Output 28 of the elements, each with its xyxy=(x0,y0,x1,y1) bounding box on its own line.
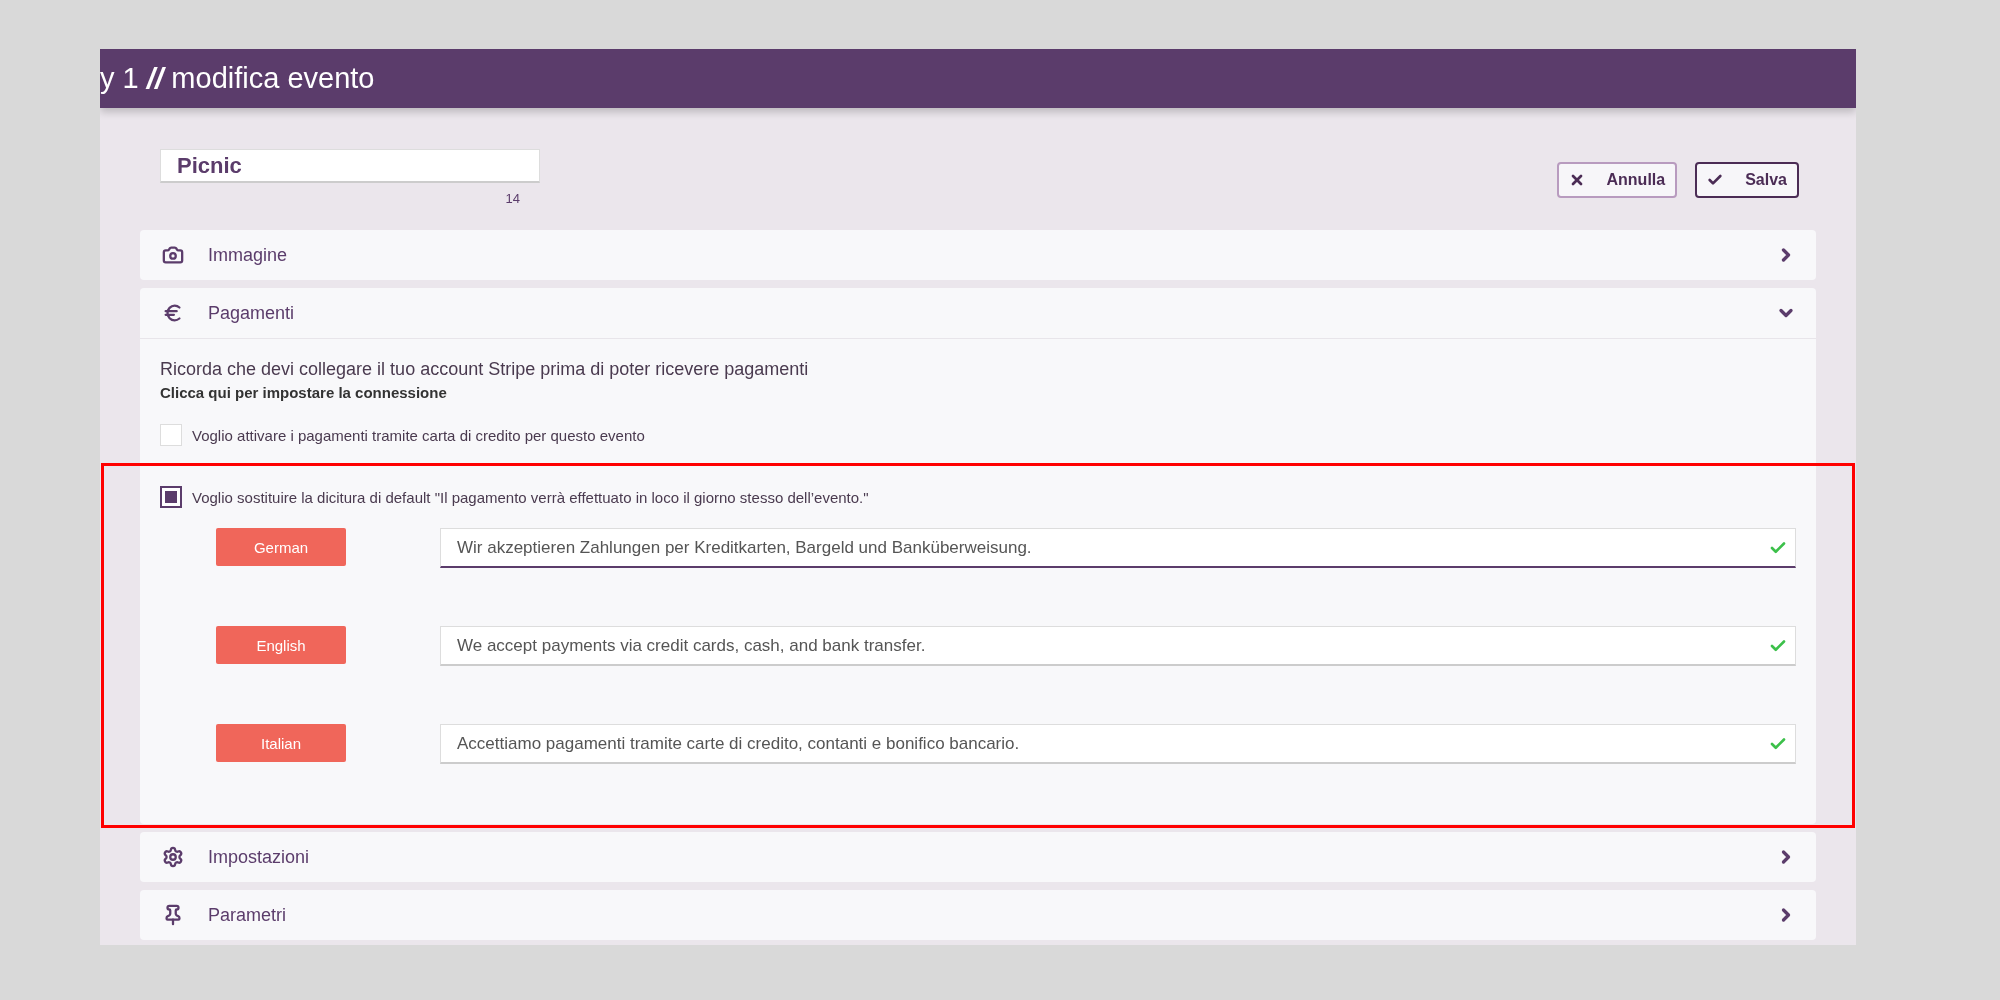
check-icon xyxy=(1707,172,1724,188)
translation-field[interactable]: We accept payments via credit cards, cash, and bank transfer. xyxy=(440,626,1796,666)
translation-field[interactable]: Accettiamo pagamenti tramite carte di credito, contanti e bonifico bancario. xyxy=(440,724,1796,764)
section-title: Pagamenti xyxy=(208,302,296,324)
breadcrumb-separator: // xyxy=(146,61,164,96)
section-title: Parametri xyxy=(208,904,288,926)
section-header[interactable]: Impostazioni xyxy=(140,832,1816,882)
event-name-field[interactable]: Picnic xyxy=(160,149,540,183)
breadcrumb-text: y 1 xyxy=(100,62,139,95)
page-title: modifica evento xyxy=(171,62,375,95)
translation-field[interactable]: Wir akzeptieren Zahlungen per Kreditkarten, Bargeld und Banküberweisung. xyxy=(440,528,1796,568)
checkbox-label: Voglio attivare i pagamenti tramite carta di credito per questo evento xyxy=(192,426,645,444)
connection-link[interactable]: Clicca qui per impostare la connessione xyxy=(160,384,447,401)
stripe-notice: Ricorda che devi collegare il tuo account Stripe prima di poter ricevere pagamenti xyxy=(160,359,810,380)
pin-icon xyxy=(162,904,184,926)
section-title: Impostazioni xyxy=(208,846,311,868)
camera-icon xyxy=(162,244,184,266)
checkbox[interactable] xyxy=(160,486,182,508)
section-header[interactable]: Parametri xyxy=(140,890,1816,940)
settings-icon xyxy=(162,846,184,868)
character-counter: 14 xyxy=(505,191,520,206)
cancel-button[interactable]: Annulla xyxy=(1556,162,1678,198)
save-button[interactable]: Salva xyxy=(1695,162,1799,198)
checkbox-label: Voglio sostituire la dicitura di default "Il pagamento verrà effettuato in loco il giorno stesso dell’evento." xyxy=(192,488,869,506)
section-header[interactable]: Immagine xyxy=(140,230,1816,280)
euro-icon xyxy=(162,302,184,324)
section-header[interactable]: Pagamenti xyxy=(140,288,1816,339)
section-title: Immagine xyxy=(208,244,289,266)
